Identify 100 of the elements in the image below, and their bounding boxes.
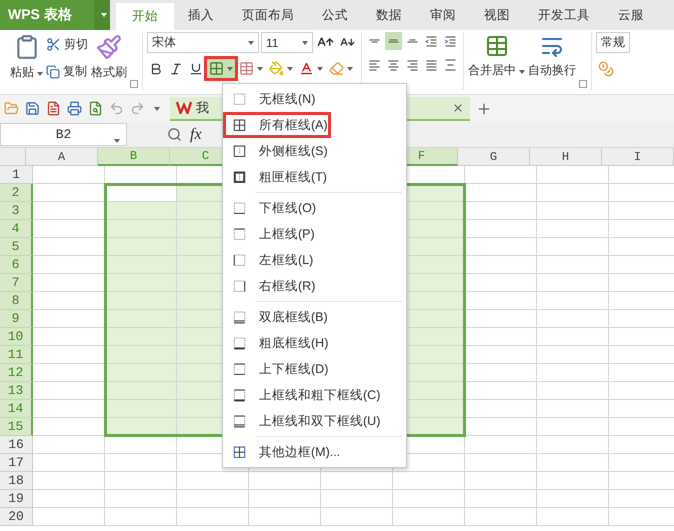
ribbon-tab[interactable]: 开发工具: [524, 0, 604, 30]
name-box[interactable]: B2: [0, 123, 127, 146]
grid-cell[interactable]: [465, 364, 537, 382]
new-tab-icon[interactable]: [476, 100, 492, 116]
grid-cell[interactable]: [465, 220, 537, 238]
grid-cell[interactable]: [33, 508, 105, 526]
grid-cell[interactable]: [321, 508, 393, 526]
grid-cell[interactable]: [105, 346, 177, 364]
preview-icon[interactable]: [88, 101, 103, 116]
grid-cell[interactable]: [465, 238, 537, 256]
menu-item[interactable]: 下框线(O): [223, 195, 406, 221]
grid-cell[interactable]: [393, 490, 465, 508]
grid-cell[interactable]: [105, 238, 177, 256]
open-icon[interactable]: [4, 101, 19, 116]
grid-cell[interactable]: [465, 382, 537, 400]
print-icon[interactable]: [67, 101, 82, 116]
search-icon[interactable]: [167, 127, 182, 142]
grid-cell[interactable]: [465, 310, 537, 328]
menu-item[interactable]: 上框线和双下框线(U): [223, 408, 406, 434]
grid-cell[interactable]: [537, 310, 609, 328]
ribbon-tab[interactable]: 公式: [308, 0, 362, 30]
grid-cell[interactable]: [537, 508, 609, 526]
export-icon[interactable]: [46, 101, 61, 116]
grid-cell[interactable]: [33, 472, 105, 490]
grid-cell[interactable]: [321, 490, 393, 508]
menu-item[interactable]: 所有框线(A): [223, 112, 331, 138]
grid-cell[interactable]: [537, 184, 609, 202]
grid-cell[interactable]: [537, 400, 609, 418]
grid-cell[interactable]: [537, 472, 609, 490]
grid-cell[interactable]: [105, 292, 177, 310]
borders-button[interactable]: [207, 59, 235, 78]
grid-cell[interactable]: [249, 490, 321, 508]
grid-cell[interactable]: [105, 508, 177, 526]
grid-cell[interactable]: [105, 328, 177, 346]
grid-cell[interactable]: [105, 364, 177, 382]
grid-cell[interactable]: [537, 418, 609, 436]
grid-cell[interactable]: [465, 346, 537, 364]
grid-cell[interactable]: [465, 436, 537, 454]
merge-center-button[interactable]: 合并居中: [468, 32, 525, 79]
grid-cell[interactable]: [465, 490, 537, 508]
grid-cell[interactable]: [465, 508, 537, 526]
grid-cell[interactable]: [105, 436, 177, 454]
grid-cell[interactable]: [465, 274, 537, 292]
row-header[interactable]: 16: [0, 436, 33, 454]
row-header[interactable]: 19: [0, 490, 33, 508]
menu-item[interactable]: 粗底框线(H): [223, 330, 406, 356]
ribbon-tab[interactable]: 数据: [362, 0, 416, 30]
menu-item[interactable]: 左框线(L): [223, 247, 406, 273]
grid-cell[interactable]: [465, 400, 537, 418]
close-icon[interactable]: [452, 102, 464, 114]
grid-cell[interactable]: [249, 472, 321, 490]
column-header[interactable]: I: [602, 148, 674, 166]
save-icon[interactable]: [25, 101, 40, 116]
menu-item[interactable]: 其他边框(M)...: [223, 439, 406, 465]
launcher-icon[interactable]: [130, 80, 138, 88]
grid-cell[interactable]: [33, 436, 105, 454]
grid-cell[interactable]: [537, 166, 609, 184]
grid-cell[interactable]: [105, 400, 177, 418]
ribbon-tab[interactable]: 插入: [174, 0, 228, 30]
grid-cell[interactable]: [537, 382, 609, 400]
menu-item[interactable]: 右框线(R): [223, 273, 406, 299]
row-header[interactable]: 1: [0, 166, 33, 184]
menu-item[interactable]: 双底框线(B): [223, 304, 406, 330]
menu-item[interactable]: 上下框线(D): [223, 356, 406, 382]
column-header[interactable]: A: [26, 148, 98, 166]
grid-cell[interactable]: [105, 472, 177, 490]
grid-cell[interactable]: [105, 454, 177, 472]
caret-icon[interactable]: [154, 106, 160, 110]
grid-cell[interactable]: [105, 256, 177, 274]
grid-cell[interactable]: [177, 472, 249, 490]
grid-cell[interactable]: [465, 292, 537, 310]
grid-cell[interactable]: [33, 454, 105, 472]
ribbon-tab[interactable]: 开始: [116, 3, 174, 30]
grid-cell[interactable]: [177, 508, 249, 526]
cut-button[interactable]: 剪切: [46, 36, 88, 53]
column-header[interactable]: H: [530, 148, 602, 166]
grid-cell[interactable]: [105, 382, 177, 400]
function-label[interactable]: fx: [190, 126, 202, 144]
grid-cell[interactable]: [465, 454, 537, 472]
grid-cell[interactable]: [537, 328, 609, 346]
ribbon-tab[interactable]: 审阅: [416, 0, 470, 30]
grid-cell[interactable]: [465, 472, 537, 490]
grid-cell[interactable]: [537, 436, 609, 454]
ribbon-tab[interactable]: 页面布局: [228, 0, 308, 30]
wrap-text-button[interactable]: 自动换行: [528, 32, 576, 79]
ribbon-tab[interactable]: 视图: [470, 0, 524, 30]
grid-cell[interactable]: [105, 310, 177, 328]
grid-cell[interactable]: [537, 454, 609, 472]
grid-cell[interactable]: [105, 202, 177, 220]
copy-button[interactable]: 复制: [46, 63, 88, 80]
grid-cell[interactable]: [33, 166, 105, 184]
grid-cell[interactable]: [33, 490, 105, 508]
row-header[interactable]: 17: [0, 454, 33, 472]
grid-cell[interactable]: [465, 328, 537, 346]
menu-item[interactable]: 上框线和粗下框线(C): [223, 382, 406, 408]
clear-button[interactable]: [327, 59, 355, 78]
grid-cell[interactable]: [537, 202, 609, 220]
redo-icon[interactable]: [130, 101, 145, 116]
grid-cell[interactable]: [537, 256, 609, 274]
menu-item[interactable]: 无框线(N): [223, 86, 406, 112]
